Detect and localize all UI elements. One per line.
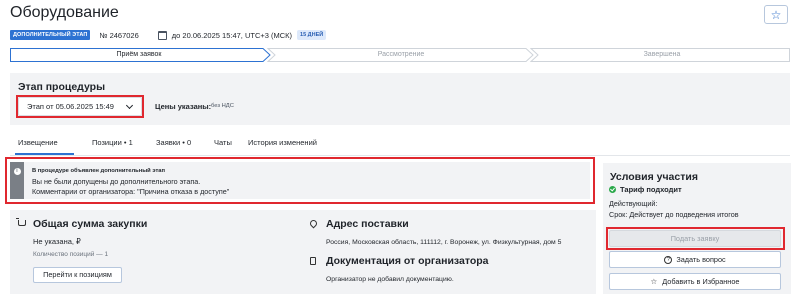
location-pin-icon (308, 218, 319, 229)
active-tab-indicator (15, 153, 74, 155)
question-circle-icon: ? (664, 255, 673, 264)
days-left-badge: 15 ДНЕЙ (297, 30, 327, 40)
star-icon: ☆ (650, 277, 658, 286)
docs-text: Организатор не добавил документацию. (326, 276, 454, 283)
notice-body: i В процедуре объявлен дополнительный эт… (10, 162, 590, 199)
active-label: Действующий: (609, 199, 658, 208)
tab-positions[interactable]: Позиции • 1 (92, 138, 133, 147)
tab-notice[interactable]: Извещение (18, 138, 58, 147)
notice-banner: i В процедуре объявлен дополнительный эт… (5, 157, 595, 204)
tariff-status: Тариф подходит (620, 185, 682, 194)
favorite-button[interactable]: ☆ (764, 5, 788, 24)
participation-conditions-panel: Условия участия Тариф подходит Действующ… (603, 163, 791, 294)
tabs-bar: Извещение Позиции • 1 Заявки • 0 Чаты Ис… (10, 136, 790, 156)
calendar-icon (157, 30, 167, 40)
goto-positions-button[interactable]: Перейти к позициям (33, 267, 122, 283)
step-receiving: Приём заявок (116, 51, 162, 58)
step-completed: Завершена (643, 51, 681, 58)
chevron-down-icon (125, 101, 134, 110)
stage-title: Этап процедуры (18, 81, 106, 93)
notice-line-2: Комментарии от организатора: "Причина от… (32, 187, 230, 196)
price-label: Цены указаны: (155, 102, 212, 111)
stage-select[interactable]: Этап от 05.06.2025 15:49 (18, 97, 142, 116)
notice-title: В процедуре объявлен дополнительный этап (32, 168, 166, 174)
sum-value: Не указана, ₽ (33, 237, 81, 246)
procedure-steps: Приём заявок Рассмотрение Завершена (10, 48, 790, 62)
tab-applications[interactable]: Заявки • 0 (156, 138, 191, 147)
stage-badge: ДОПОЛНИТЕЛЬНЫЙ ЭТАП (10, 30, 91, 40)
stage-select-value: Этап от 05.06.2025 15:49 (27, 102, 114, 111)
delivery-address: Россия, Московская область, 111112, г. В… (326, 239, 562, 246)
check-circle-icon (609, 186, 616, 193)
stage-panel: Этап процедуры Этап от 05.06.2025 15:49 … (10, 73, 790, 125)
add-to-favorites-button[interactable]: ☆ Добавить в Избранное (609, 273, 781, 290)
term-text: Срок: Действует до подведения итогов (609, 210, 739, 219)
purchase-summary-panel: Общая сумма закупки Не указана, ₽ Количе… (10, 210, 596, 294)
cart-icon (16, 218, 26, 226)
step-review: Рассмотрение (377, 51, 425, 58)
price-value: без НДС (211, 103, 234, 109)
notice-sidebar: i (10, 162, 24, 199)
docs-title: Документация от организатора (326, 255, 489, 267)
page-title: Оборудование (10, 4, 119, 21)
notice-line-1: Вы не были допущены до дополнительного э… (32, 177, 201, 186)
positions-count: Количество позиций — 1 (33, 251, 109, 258)
info-icon: i (13, 168, 21, 175)
submit-application-button[interactable]: Подать заявку (609, 230, 781, 247)
procedure-meta: ДОПОЛНИТЕЛЬНЫЙ ЭТАП № 2467026 до 20.06.2… (10, 29, 327, 41)
conditions-title: Условия участия (610, 171, 698, 183)
tab-chats[interactable]: Чаты (214, 138, 232, 147)
procedure-number: № 2467026 (99, 30, 139, 40)
delivery-title: Адрес поставки (326, 218, 409, 230)
add-to-favorites-label: Добавить в Избранное (662, 277, 740, 286)
ask-question-button[interactable]: ? Задать вопрос (609, 251, 781, 268)
ask-question-label: Задать вопрос (676, 255, 726, 264)
document-icon (310, 257, 316, 265)
star-icon: ☆ (770, 7, 782, 22)
sum-title: Общая сумма закупки (33, 218, 148, 230)
deadline-text: до 20.06.2025 15:47, UTC+3 (МСК) (171, 30, 293, 40)
tab-history[interactable]: История изменений (248, 138, 317, 147)
